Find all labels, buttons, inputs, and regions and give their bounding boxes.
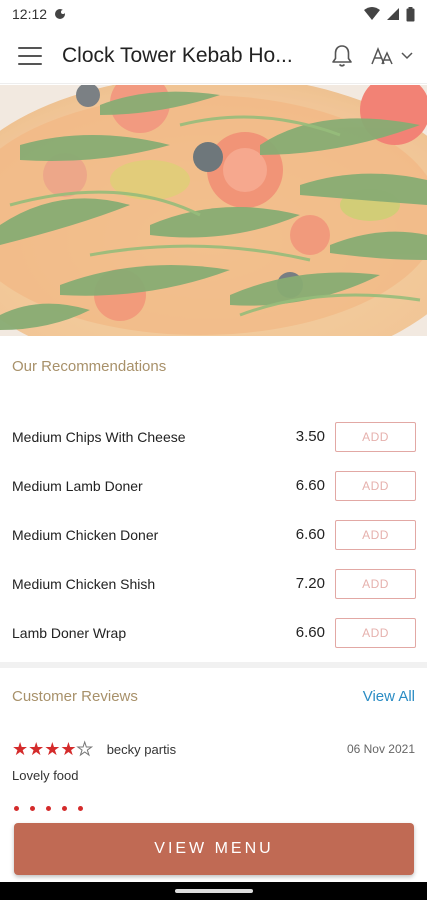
app-bar: Clock Tower Kebab Ho...	[0, 28, 427, 84]
item-name: Medium Chicken Doner	[12, 526, 159, 543]
bell-icon[interactable]	[329, 43, 355, 69]
status-time: 12:12	[12, 6, 48, 22]
hero-image	[0, 85, 427, 336]
list-item: Medium Chicken Shish 7.20 ADD	[0, 559, 427, 608]
add-button[interactable]: ADD	[335, 617, 416, 648]
add-button[interactable]: ADD	[335, 470, 416, 501]
translate-icon	[371, 46, 393, 64]
review-text: Lovely food	[12, 768, 79, 783]
review-item: ★ ★ ★ ★ ★ becky partis 06 Nov 2021 Lovel…	[12, 739, 415, 784]
status-bar: 12:12	[0, 0, 427, 28]
recommendations-title: Our Recommendations	[12, 358, 167, 375]
item-name: Lamb Doner Wrap	[12, 624, 127, 641]
star-empty-icon: ★	[76, 739, 93, 759]
list-item: Lamb Doner Wrap 6.60 ADD	[0, 608, 427, 657]
list-item: Medium Lamb Doner 6.60 ADD	[0, 461, 427, 510]
star-filled-icon: ★	[60, 739, 77, 759]
star-filled-icon: ★	[12, 739, 29, 759]
home-handle[interactable]	[175, 889, 253, 893]
item-name: Medium Chicken Shish	[12, 575, 156, 592]
view-all-link[interactable]: View All	[363, 688, 415, 705]
reviews-section: Customer Reviews View All ★ ★ ★ ★ ★ beck…	[0, 668, 427, 828]
signal-icon	[387, 8, 399, 20]
add-button[interactable]: ADD	[335, 568, 416, 599]
system-nav-bar	[0, 882, 427, 900]
add-button[interactable]: ADD	[335, 519, 416, 550]
item-name: Medium Chips With Cheese	[12, 428, 186, 445]
item-name: Medium Lamb Doner	[12, 477, 143, 494]
notification-dot-icon	[55, 9, 66, 19]
next-review-stars	[14, 806, 83, 811]
item-price: 6.60	[295, 477, 325, 494]
reviews-title: Customer Reviews	[12, 688, 138, 705]
recommendations-list: Medium Chips With Cheese 3.50 ADD Medium…	[0, 412, 427, 657]
star-filled-icon: ★	[28, 739, 45, 759]
item-price: 3.50	[295, 428, 325, 445]
hamburger-icon[interactable]	[18, 46, 42, 65]
star-rating: ★ ★ ★ ★ ★	[12, 739, 93, 759]
recommendations-section: Our Recommendations Medium Chips With Ch…	[0, 336, 427, 662]
reviewer-name: becky partis	[106, 741, 177, 757]
page-title: Clock Tower Kebab Ho...	[62, 43, 293, 67]
add-button[interactable]: ADD	[335, 421, 416, 452]
item-price: 6.60	[295, 624, 325, 641]
list-item: Medium Chicken Doner 6.60 ADD	[0, 510, 427, 559]
star-filled-icon: ★	[44, 739, 61, 759]
wifi-icon	[364, 7, 380, 20]
chevron-down-icon	[401, 51, 413, 59]
battery-icon	[406, 6, 415, 21]
review-date: 06 Nov 2021	[346, 742, 415, 756]
item-price: 7.20	[295, 575, 325, 592]
list-item: Medium Chips With Cheese 3.50 ADD	[0, 412, 427, 461]
view-menu-button[interactable]: VIEW MENU	[14, 823, 414, 875]
language-selector[interactable]	[369, 45, 413, 67]
item-price: 6.60	[295, 526, 325, 543]
